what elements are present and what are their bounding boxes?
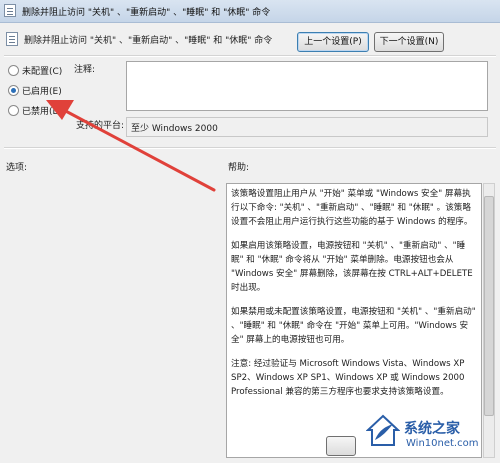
comment-label: 注释: bbox=[74, 65, 96, 75]
help-label: 帮助: bbox=[228, 163, 250, 173]
next-setting-button[interactable]: 下一个设置(N) bbox=[374, 32, 444, 52]
radio-not-configured-circle[interactable] bbox=[8, 65, 19, 76]
help-paragraph: 注意: 经过验证与 Microsoft Windows Vista、Window… bbox=[231, 359, 465, 397]
radio-enabled-label: 已启用(E) bbox=[22, 87, 62, 97]
radio-not-configured-label: 未配置(C) bbox=[22, 67, 63, 77]
policy-title: 删除并阻止访问 "关机" 、"重新启动" 、"睡眠" 和 "休眠" 命令 bbox=[24, 36, 273, 46]
radio-disabled[interactable]: 已禁用(D) bbox=[8, 104, 63, 117]
header-divider bbox=[4, 55, 496, 57]
radio-disabled-label: 已禁用(D) bbox=[22, 107, 63, 117]
ok-button[interactable] bbox=[326, 436, 356, 456]
comment-textarea[interactable] bbox=[126, 61, 488, 111]
radio-enabled-circle[interactable] bbox=[8, 85, 19, 96]
radio-disabled-circle[interactable] bbox=[8, 105, 19, 116]
section-divider bbox=[4, 147, 496, 149]
house-logo-icon bbox=[366, 414, 400, 446]
watermark-url: Win10net.com bbox=[406, 438, 479, 449]
policy-app-icon bbox=[4, 4, 16, 17]
watermark-brand: 系统之家 bbox=[404, 421, 460, 437]
help-paragraph: 该策略设置阻止用户从 "开始" 菜单或 "Windows 安全" 屏幕执行以下命… bbox=[231, 189, 473, 227]
policy-icon bbox=[6, 32, 18, 46]
help-scrollbar-thumb[interactable] bbox=[484, 196, 494, 416]
window-title: 删除并阻止访问 "关机" 、"重新启动" 、"睡眠" 和 "休眠" 命令 bbox=[22, 8, 271, 18]
help-paragraph: 如果禁用或未配置该策略设置，电源按钮和 "关机" 、"重新启动" 、"睡眠" 和… bbox=[231, 307, 476, 345]
supported-platform-label: 支持的平台: bbox=[76, 121, 125, 131]
help-paragraph: 如果启用该策略设置，电源按钮和 "关机" 、"重新启动" 、"睡眠" 和 "休眠… bbox=[231, 241, 473, 293]
options-pane bbox=[4, 183, 220, 458]
options-label: 选项: bbox=[6, 163, 28, 173]
radio-not-configured[interactable]: 未配置(C) bbox=[8, 64, 62, 77]
previous-setting-button[interactable]: 上一个设置(P) bbox=[297, 32, 369, 52]
radio-enabled[interactable]: 已启用(E) bbox=[8, 84, 62, 97]
help-pane[interactable]: 该策略设置阻止用户从 "开始" 菜单或 "Windows 安全" 屏幕执行以下命… bbox=[226, 183, 482, 458]
supported-platform-value: 至少 Windows 2000 bbox=[126, 117, 488, 137]
